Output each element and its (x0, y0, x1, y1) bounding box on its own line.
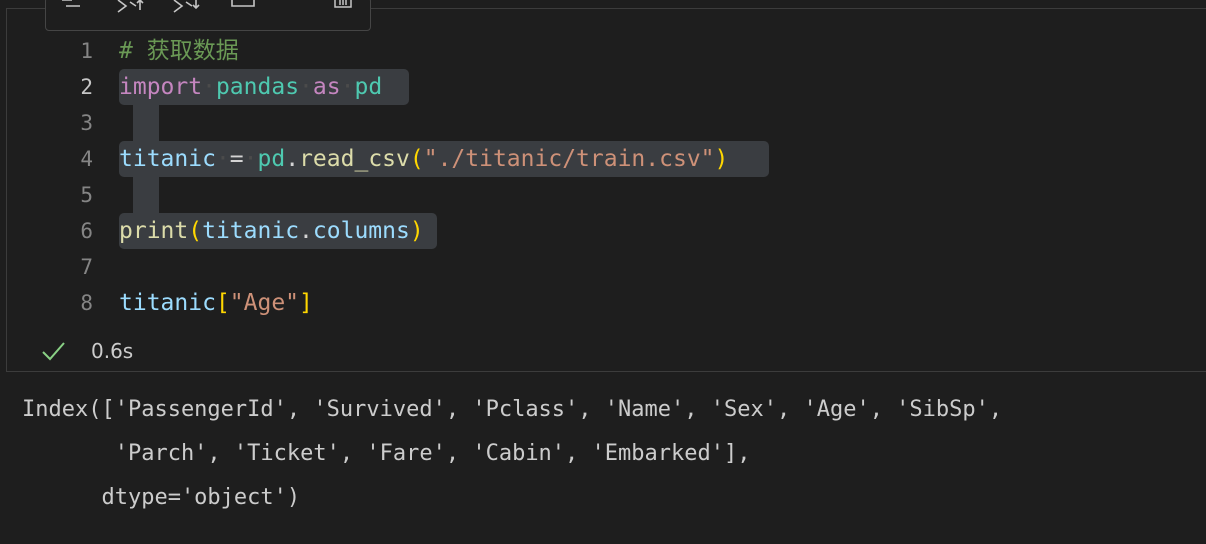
code-line-8[interactable]: 8 titanic["Age"] (7, 285, 1206, 321)
bracket-token: ) (714, 146, 729, 172)
dot-token: . (299, 218, 313, 244)
module-token: pd (354, 74, 383, 100)
code-text[interactable]: print(titanic.columns) (119, 213, 424, 249)
bracket-token: ) (409, 218, 424, 244)
string-token: "Age" (229, 290, 300, 316)
code-text[interactable]: # 获取数据 (119, 33, 239, 69)
code-text[interactable]: import·pandas·as·pd (119, 69, 382, 105)
code-line-6[interactable]: 6 print(titanic.columns) (7, 213, 1206, 249)
bracket-token: ( (409, 146, 424, 172)
line-number: 8 (80, 291, 93, 315)
execution-duration: 0.6s (91, 339, 134, 363)
cell-toolbar (45, 0, 371, 31)
code-line-7[interactable]: 7 (7, 249, 1206, 285)
code-line-4[interactable]: 4 titanic·=·pd.read_csv("./titanic/train… (7, 141, 1206, 177)
comment-token: # 获取数据 (119, 38, 239, 64)
output-line: Index(['PassengerId', 'Survived', 'Pclas… (22, 397, 1003, 422)
line-number: 5 (80, 183, 93, 207)
execute-below-icon[interactable] (172, 0, 206, 18)
variable-token: titanic (119, 146, 216, 172)
module-token: pandas (215, 74, 300, 100)
code-text[interactable]: titanic["Age"] (119, 285, 313, 321)
line-number: 1 (80, 39, 93, 63)
function-token: read_csv (299, 146, 410, 172)
code-line-3[interactable]: 3 (7, 105, 1206, 141)
bracket-token: ] (299, 290, 313, 316)
variable-token: columns (312, 218, 410, 244)
line-number: 7 (80, 255, 93, 279)
string-token: "./titanic/train.csv" (423, 146, 715, 172)
code-line-5[interactable]: 5 (7, 177, 1206, 213)
function-token: print (119, 218, 189, 244)
output-line: dtype='object') (22, 485, 301, 510)
output-line: 'Parch', 'Ticket', 'Fare', 'Cabin', 'Emb… (22, 441, 751, 466)
operator-token: = (229, 146, 244, 172)
run-by-line-icon[interactable] (60, 0, 90, 18)
line-number: 6 (80, 219, 93, 243)
code-text[interactable]: titanic·=·pd.read_csv("./titanic/train.c… (119, 141, 728, 177)
cell-output: Index(['PassengerId', 'Survived', 'Pclas… (22, 388, 1002, 520)
bracket-token: [ (215, 290, 230, 316)
notebook-editor: 1 # 获取数据 2 import·pandas·as·pd 3 4 titan… (0, 0, 1206, 544)
line-number: 2 (80, 75, 93, 99)
delete-cell-icon[interactable] (332, 0, 354, 18)
line-number: 4 (80, 147, 93, 171)
variable-token: titanic (202, 218, 300, 244)
code-line-2[interactable]: 2 import·pandas·as·pd (7, 69, 1206, 105)
code-cell[interactable]: 1 # 获取数据 2 import·pandas·as·pd 3 4 titan… (6, 0, 1206, 372)
dot-token: . (285, 146, 300, 172)
bracket-token: ( (188, 218, 203, 244)
line-number: 3 (80, 111, 93, 135)
split-cell-icon[interactable] (230, 0, 258, 18)
execution-status: 0.6s (7, 333, 407, 369)
execute-above-icon[interactable] (116, 0, 150, 18)
keyword-token: import (119, 74, 203, 100)
module-token: pd (257, 146, 286, 172)
keyword-token: as (312, 74, 341, 100)
success-check-icon (41, 339, 65, 363)
code-line-1[interactable]: 1 # 获取数据 (7, 33, 1206, 69)
variable-token: titanic (119, 290, 216, 316)
